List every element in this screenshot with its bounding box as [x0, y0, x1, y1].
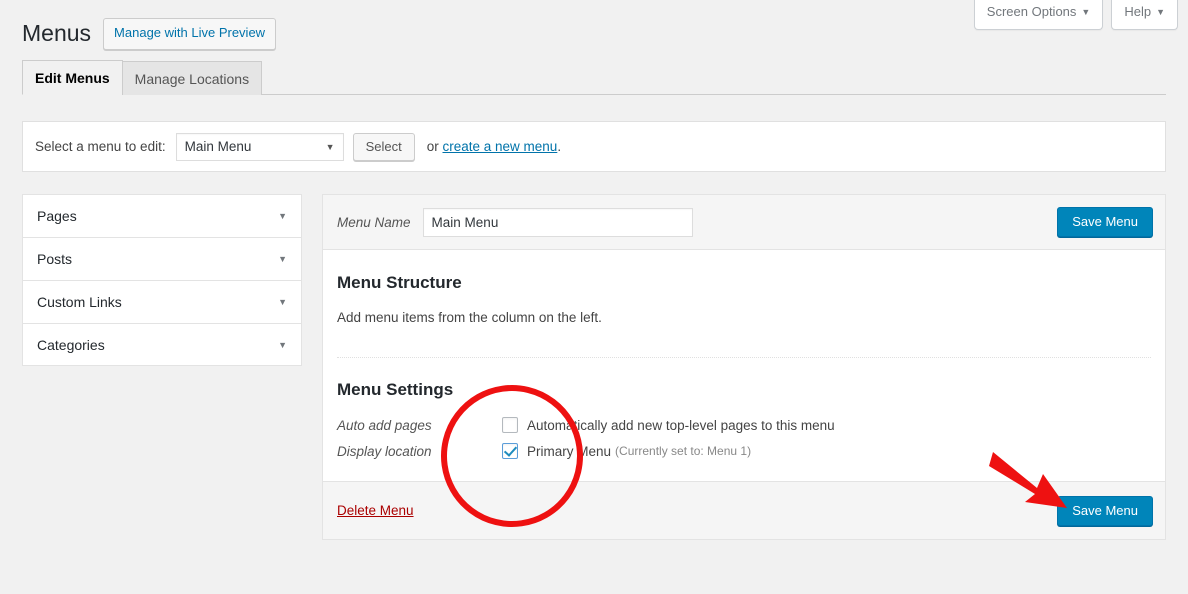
primary-menu-checkbox[interactable] [502, 443, 518, 459]
sidebar-item-categories[interactable]: Categories ▼ [22, 323, 302, 366]
menu-settings-heading: Menu Settings [337, 379, 1151, 401]
auto-add-pages-text: Automatically add new top-level pages to… [527, 418, 835, 433]
screen-options-button[interactable]: Screen Options ▼ [974, 0, 1104, 30]
sidebar-item-pages[interactable]: Pages ▼ [22, 194, 302, 237]
menu-name-label: Menu Name [337, 215, 411, 230]
section-divider [337, 357, 1151, 358]
sidebar-item-label: Custom Links [37, 294, 122, 310]
chevron-down-icon: ▼ [278, 297, 287, 307]
screen-options-label: Screen Options [987, 4, 1077, 19]
chevron-down-icon: ▼ [1081, 7, 1090, 17]
auto-add-pages-checkbox[interactable] [502, 417, 518, 433]
chevron-down-icon: ▼ [1156, 7, 1165, 17]
manage-with-live-preview-button[interactable]: Manage with Live Preview [103, 18, 276, 50]
tab-manage-locations[interactable]: Manage Locations [122, 61, 262, 95]
save-menu-button-bottom[interactable]: Save Menu [1057, 496, 1153, 526]
chevron-down-icon: ▼ [278, 340, 287, 350]
delete-menu-link[interactable]: Delete Menu [337, 503, 414, 518]
help-button[interactable]: Help ▼ [1111, 0, 1178, 30]
chevron-down-icon: ▼ [278, 211, 287, 221]
nav-tab-bar: Edit Menus Manage Locations [22, 61, 1166, 95]
select-button[interactable]: Select [353, 133, 415, 161]
menu-structure-heading: Menu Structure [337, 272, 1151, 294]
primary-menu-current-setting: (Currently set to: Menu 1) [615, 444, 751, 458]
chevron-down-icon: ▼ [278, 254, 287, 264]
menu-edit-panel: Menu Name Save Menu Menu Structure Add m… [322, 194, 1166, 540]
menu-settings-section: Menu Settings Auto add pages Automatical… [337, 379, 1151, 459]
setting-row-display-location: Display location Primary Menu (Currently… [337, 443, 1151, 459]
page-title-row: Menus Manage with Live Preview [22, 18, 276, 50]
or-word: or [427, 139, 443, 154]
create-new-menu-link[interactable]: create a new menu [442, 139, 557, 154]
period: . [557, 139, 561, 154]
select-menu-label: Select a menu to edit: [35, 139, 166, 154]
page-title: Menus [22, 19, 91, 49]
menu-panel-footer: Delete Menu Save Menu [323, 481, 1165, 539]
menu-select-value: Main Menu [185, 139, 252, 154]
sidebar-item-custom-links[interactable]: Custom Links ▼ [22, 280, 302, 323]
help-label: Help [1124, 4, 1151, 19]
screen-meta-bar: Screen Options ▼ Help ▼ [974, 0, 1178, 30]
sidebar-item-label: Posts [37, 251, 72, 267]
auto-add-pages-label: Auto add pages [337, 418, 502, 433]
tab-edit-menus[interactable]: Edit Menus [22, 60, 123, 95]
sidebar-item-label: Pages [37, 208, 77, 224]
menus-admin-page: Screen Options ▼ Help ▼ Menus Manage with … [0, 0, 1188, 594]
menu-name-header: Menu Name Save Menu [323, 195, 1165, 250]
chevron-down-icon: ▼ [326, 142, 335, 152]
setting-row-auto-add-pages: Auto add pages Automatically add new top… [337, 417, 1151, 433]
primary-menu-text: Primary Menu [527, 444, 611, 459]
sidebar-item-label: Categories [37, 337, 105, 353]
save-menu-button-top[interactable]: Save Menu [1057, 207, 1153, 237]
display-location-label: Display location [337, 444, 502, 459]
menu-structure-note: Add menu items from the column on the le… [337, 310, 1151, 325]
menu-selector-bar: Select a menu to edit: Main Menu ▼ Selec… [22, 121, 1166, 172]
menu-panel-body: Menu Structure Add menu items from the c… [323, 250, 1165, 459]
or-create-text: or create a new menu. [427, 139, 561, 154]
menu-name-input[interactable] [423, 208, 693, 237]
sidebar-item-posts[interactable]: Posts ▼ [22, 237, 302, 280]
add-menu-items-column: Pages ▼ Posts ▼ Custom Links ▼ Categorie… [22, 194, 302, 366]
menu-select-dropdown[interactable]: Main Menu ▼ [176, 133, 344, 161]
